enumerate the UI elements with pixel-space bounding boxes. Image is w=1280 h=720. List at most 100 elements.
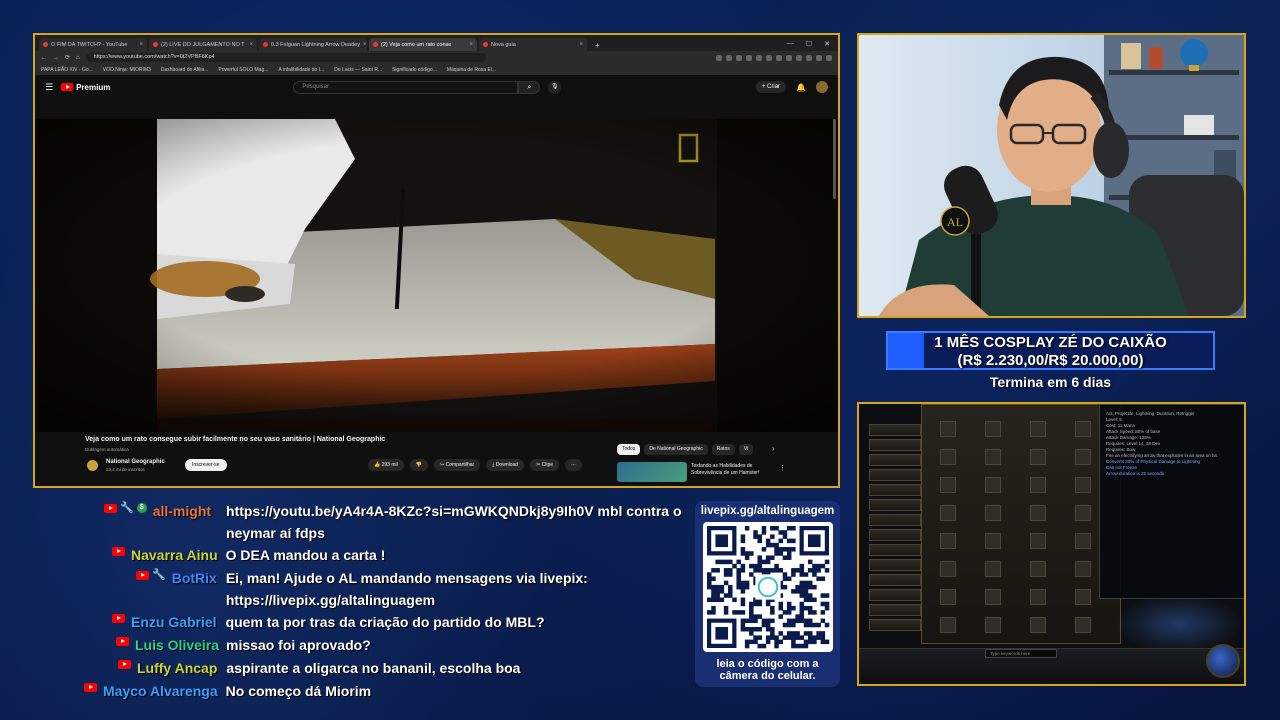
skill-slot[interactable]: [985, 505, 1001, 521]
extension-icon[interactable]: [746, 54, 752, 61]
new-tab-icon[interactable]: +: [589, 41, 606, 51]
browser-tab[interactable]: Nova guia ×: [479, 38, 587, 51]
bookmark-item[interactable]: De Lacis — Saint R...: [334, 67, 382, 73]
extension-icon[interactable]: [826, 54, 832, 61]
browser-tab[interactable]: (2) LIVE DO JULGAMENTO NO T ×: [149, 38, 257, 51]
youtube-logo[interactable]: Premium: [61, 83, 110, 92]
category-item[interactable]: [869, 559, 921, 571]
skill-slot[interactable]: [1075, 421, 1091, 437]
url-field[interactable]: https://www.youtube.com/watch?v=0t2VPBF6…: [85, 53, 486, 62]
skill-slot[interactable]: [1030, 421, 1046, 437]
skill-slot[interactable]: [940, 421, 956, 437]
browser-tab[interactable]: 0.3 Fulguan Lightning Arrow Deadey ×: [259, 38, 367, 51]
extension-icon[interactable]: [756, 54, 762, 61]
skill-slot[interactable]: [985, 589, 1001, 605]
tab-close-icon[interactable]: ×: [469, 42, 473, 48]
filter-chip[interactable]: Vi: [738, 444, 754, 455]
filter-chip[interactable]: Todos: [617, 444, 641, 455]
extension-icon[interactable]: [766, 54, 772, 61]
menu-icon[interactable]: ☰: [45, 82, 53, 93]
forward-icon[interactable]: →: [53, 55, 59, 61]
extension-icon[interactable]: [786, 54, 792, 61]
skill-slot[interactable]: [1075, 533, 1091, 549]
like-button[interactable]: 👍 293 mil: [368, 459, 404, 471]
share-button[interactable]: ↪ Compartilhar: [433, 459, 481, 471]
back-icon[interactable]: ←: [41, 55, 47, 61]
extension-icon[interactable]: [716, 54, 722, 61]
skill-slot[interactable]: [940, 505, 956, 521]
category-item[interactable]: [869, 544, 921, 556]
skill-slot[interactable]: [1075, 477, 1091, 493]
browser-tab[interactable]: O FIM DA TWITCH? - YouTube ×: [39, 38, 147, 51]
page-scrollbar[interactable]: [833, 119, 836, 199]
bookmark-item[interactable]: A infalibilidade do I...: [278, 67, 324, 73]
category-item[interactable]: [869, 499, 921, 511]
category-item[interactable]: [869, 619, 921, 631]
category-item[interactable]: [869, 454, 921, 466]
skill-slot[interactable]: [1030, 477, 1046, 493]
channel-name[interactable]: National Geographic: [106, 459, 165, 465]
bookmark-item[interactable]: Dashboard do Afilia...: [161, 67, 209, 73]
bookmark-item[interactable]: Significado código...: [392, 67, 437, 73]
category-item[interactable]: [869, 469, 921, 481]
video-player[interactable]: [35, 119, 838, 432]
bookmark-item[interactable]: Máquina de Rosa El...: [447, 67, 496, 73]
home-icon[interactable]: ⌂: [76, 55, 80, 61]
subscribe-button[interactable]: Inscrever-se: [185, 459, 227, 471]
bell-icon[interactable]: 🔔: [796, 83, 806, 92]
reload-icon[interactable]: ⟳: [65, 54, 70, 61]
dislike-button[interactable]: 👎: [409, 459, 428, 471]
skill-slot[interactable]: [985, 449, 1001, 465]
mic-icon[interactable]: 🎙: [548, 80, 562, 94]
search-icon[interactable]: ⌕: [518, 80, 541, 94]
skill-slot[interactable]: [940, 449, 956, 465]
skill-slot[interactable]: [1030, 533, 1046, 549]
skill-slot[interactable]: [940, 477, 956, 493]
tab-close-icon[interactable]: ×: [579, 42, 583, 48]
skill-slot[interactable]: [940, 617, 956, 633]
clip-button[interactable]: ✂ Clipe: [530, 459, 560, 471]
minimize-icon[interactable]: —: [787, 40, 794, 48]
tab-close-icon[interactable]: ×: [139, 42, 143, 48]
channel-avatar[interactable]: [87, 460, 98, 471]
extension-icon[interactable]: [806, 54, 812, 61]
bookmark-item[interactable]: Powerful SOLO Mag...: [218, 67, 268, 73]
skill-slot[interactable]: [1075, 449, 1091, 465]
category-item[interactable]: [869, 574, 921, 586]
skill-slot[interactable]: [940, 533, 956, 549]
browser-tab[interactable]: (2) Veja como um rato conse ×: [369, 38, 477, 51]
skill-slot[interactable]: [985, 617, 1001, 633]
skill-slot[interactable]: [985, 477, 1001, 493]
bookmark-item[interactable]: VOO.Ninja: MIORIM3: [103, 67, 151, 73]
chevron-right-icon[interactable]: ›: [772, 444, 775, 453]
category-item[interactable]: [869, 604, 921, 616]
skill-slot[interactable]: [1030, 505, 1046, 521]
skill-slot[interactable]: [985, 533, 1001, 549]
category-item[interactable]: [869, 424, 921, 436]
category-item[interactable]: [869, 529, 921, 541]
extension-icon[interactable]: [736, 54, 742, 61]
skill-slot[interactable]: [1030, 589, 1046, 605]
category-item[interactable]: [869, 589, 921, 601]
skill-slot[interactable]: [1030, 449, 1046, 465]
create-button[interactable]: + Criar: [755, 81, 787, 93]
skill-slot[interactable]: [1075, 505, 1091, 521]
skill-slot[interactable]: [985, 421, 1001, 437]
skill-slot[interactable]: [1075, 589, 1091, 605]
filter-chip[interactable]: Ratos: [711, 444, 735, 455]
filter-chip[interactable]: De National Geographic: [644, 444, 708, 455]
tab-close-icon[interactable]: ×: [249, 42, 253, 48]
recommended-thumbnail[interactable]: [617, 462, 687, 482]
skill-slot[interactable]: [1075, 617, 1091, 633]
skill-slot[interactable]: [1075, 561, 1091, 577]
download-button[interactable]: ⤓ Download: [486, 459, 525, 471]
maximize-icon[interactable]: ☐: [806, 40, 812, 48]
avatar[interactable]: [816, 81, 828, 93]
close-icon[interactable]: ✕: [824, 40, 830, 48]
more-button[interactable]: ⋯: [565, 459, 583, 471]
category-item[interactable]: [869, 439, 921, 451]
extension-icon[interactable]: [776, 54, 782, 61]
skill-search-input[interactable]: Type keywords here: [985, 649, 1057, 658]
extension-icon[interactable]: [796, 54, 802, 61]
search-input[interactable]: Pesquisar: [293, 80, 519, 94]
